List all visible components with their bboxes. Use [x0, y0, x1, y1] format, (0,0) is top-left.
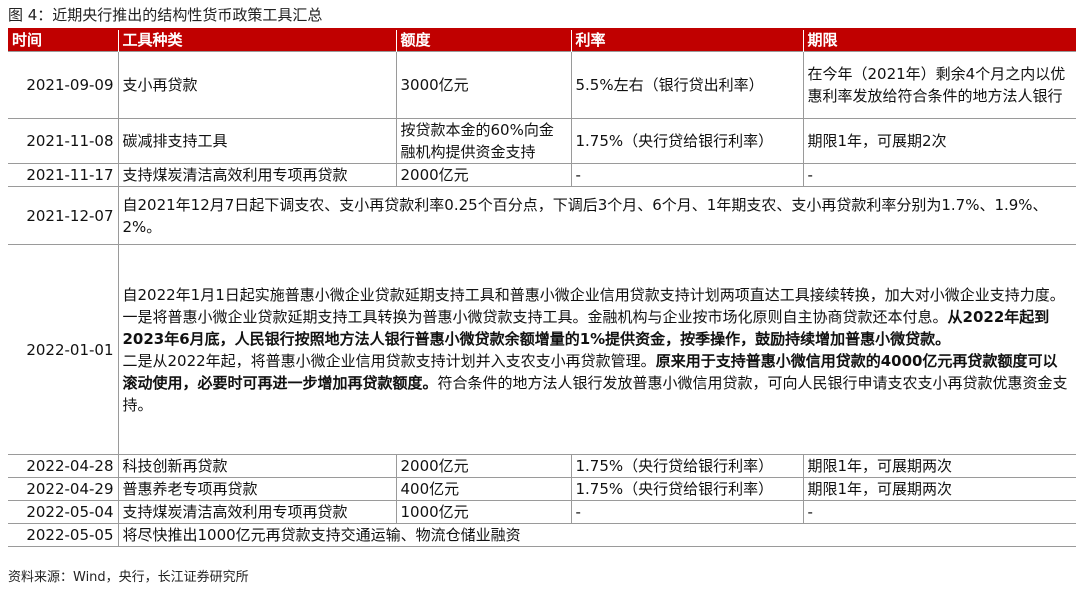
cell-merged-text: 将尽快推出1000亿元再贷款支持交通运输、物流仓储业融资	[117, 523, 1076, 547]
table-row: 2022-05-04 支持煤炭清洁高效利用专项再贷款 1000亿元 - -	[8, 500, 1076, 524]
table-header-row: 时间 工具种类 额度 利率 期限	[8, 30, 1076, 52]
table-row: 2022-04-29 普惠养老专项再贷款 400亿元 1.75%（央行贷给银行利…	[8, 477, 1076, 501]
cell-term: -	[802, 500, 1076, 524]
header-quota: 额度	[395, 30, 571, 52]
cell-merged-text: 自2022年1月1日起实施普惠小微企业贷款延期支持工具和普惠小微企业信用贷款支持…	[117, 244, 1076, 455]
cell-tool: 支持煤炭清洁高效利用专项再贷款	[117, 500, 396, 524]
cell-quota: 2000亿元	[395, 454, 571, 478]
table-row: 2021-11-08 碳减排支持工具 按贷款本金的60%向金融机构提供资金支持 …	[8, 118, 1076, 164]
cell-term: 在今年（2021年）剩余4个月之内以优惠利率发放给符合条件的地方法人银行	[802, 51, 1076, 119]
cell-quota: 1000亿元	[395, 500, 571, 524]
cell-date: 2021-12-07	[8, 186, 118, 245]
policy-table: 时间 工具种类 额度 利率 期限 2021-09-09 支小再贷款 3000亿元…	[8, 30, 1076, 547]
table-row: 2022-04-28 科技创新再贷款 2000亿元 1.75%（央行贷给银行利率…	[8, 454, 1076, 478]
header-term: 期限	[802, 30, 1076, 52]
cell-term: -	[802, 163, 1076, 187]
source-note: 资料来源：Wind，央行，长江证券研究所	[8, 570, 249, 585]
cell-rate: 1.75%（央行贷给银行利率）	[570, 477, 803, 501]
cell-date: 2021-11-17	[8, 163, 118, 187]
cell-rate: 1.75%（央行贷给银行利率）	[570, 118, 803, 164]
cell-tool: 碳减排支持工具	[117, 118, 396, 164]
cell-date: 2021-11-08	[8, 118, 118, 164]
table-row: 2022-01-01 自2022年1月1日起实施普惠小微企业贷款延期支持工具和普…	[8, 244, 1076, 455]
cell-rate: -	[570, 500, 803, 524]
paragraph: 一是将普惠小微企业贷款延期支持工具转换为普惠小微贷款支持工具。金融机构与企业按市…	[123, 306, 1073, 350]
text: 自2021年12月7日起下调支农、支小再贷款利率0.25个百分点，下调后3个月、…	[122, 195, 1048, 236]
header-rate: 利率	[570, 30, 803, 52]
header-date: 时间	[8, 30, 118, 52]
paragraph: 自2022年1月1日起实施普惠小微企业贷款延期支持工具和普惠小微企业信用贷款支持…	[123, 284, 1073, 306]
cell-tool: 支持煤炭清洁高效利用专项再贷款	[117, 163, 396, 187]
cell-tool: 科技创新再贷款	[117, 454, 396, 478]
header-tool: 工具种类	[117, 30, 396, 52]
cell-quota: 3000亿元	[395, 51, 571, 119]
cell-term: 期限1年，可展期两次	[802, 454, 1076, 478]
cell-quota: 按贷款本金的60%向金融机构提供资金支持	[395, 118, 571, 164]
cell-tool: 支小再贷款	[117, 51, 396, 119]
figure-title: 图 4：近期央行推出的结构性货币政策工具汇总	[8, 6, 323, 24]
cell-quota: 2000亿元	[395, 163, 571, 187]
table-row: 2021-09-09 支小再贷款 3000亿元 5.5%左右（银行贷出利率） 在…	[8, 51, 1076, 119]
cell-date: 2022-01-01	[8, 244, 118, 455]
table-row: 2021-11-17 支持煤炭清洁高效利用专项再贷款 2000亿元 - -	[8, 163, 1076, 187]
cell-date: 2022-04-28	[8, 454, 118, 478]
cell-tool: 普惠养老专项再贷款	[117, 477, 396, 501]
cell-rate: -	[570, 163, 803, 187]
cell-date: 2021-09-09	[8, 51, 118, 119]
cell-date: 2022-04-29	[8, 477, 118, 501]
cell-date: 2022-05-04	[8, 500, 118, 524]
table-row: 2021-12-07 自2021年12月7日起下调支农、支小再贷款利率0.25个…	[8, 186, 1076, 245]
cell-quota: 400亿元	[395, 477, 571, 501]
cell-term: 期限1年，可展期2次	[802, 118, 1076, 164]
cell-rate: 5.5%左右（银行贷出利率）	[570, 51, 803, 119]
text: 二是从2022年起，将普惠小微企业信用贷款支持计划并入支农支小再贷款管理。	[122, 351, 656, 370]
paragraph: 自2021年12月7日起下调支农、支小再贷款利率0.25个百分点，下调后3个月、…	[123, 194, 1073, 238]
table-row: 2022-05-05 将尽快推出1000亿元再贷款支持交通运输、物流仓储业融资	[8, 523, 1076, 547]
text: 一是将普惠小微企业贷款延期支持工具转换为普惠小微贷款支持工具。金融机构与企业按市…	[122, 307, 948, 326]
cell-date: 2022-05-05	[8, 523, 118, 547]
cell-rate: 1.75%（央行贷给银行利率）	[570, 454, 803, 478]
cell-merged-text: 自2021年12月7日起下调支农、支小再贷款利率0.25个百分点，下调后3个月、…	[117, 186, 1076, 245]
cell-term: 期限1年，可展期两次	[802, 477, 1076, 501]
text: 自2022年1月1日起实施普惠小微企业贷款延期支持工具和普惠小微企业信用贷款支持…	[122, 285, 1065, 304]
paragraph: 二是从2022年起，将普惠小微企业信用贷款支持计划并入支农支小再贷款管理。原来用…	[123, 350, 1073, 416]
